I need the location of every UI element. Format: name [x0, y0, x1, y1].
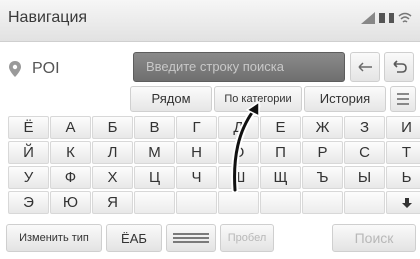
key[interactable]: Е [260, 116, 301, 139]
category-selector[interactable]: POI [8, 55, 128, 83]
key[interactable]: З [344, 116, 385, 139]
space-button[interactable]: Пробел [220, 224, 274, 252]
keyboard-row: Й К Л М Н О П Р С Т [8, 141, 420, 164]
key[interactable]: М [134, 141, 175, 164]
key[interactable]: У [8, 166, 49, 189]
tab-by-category[interactable]: По категории [214, 86, 302, 112]
backspace-button[interactable] [350, 52, 380, 82]
key[interactable]: Л [92, 141, 133, 164]
keyboard-row: У Ф Х Ц Ч Ш Щ Ъ Ы Ь [8, 166, 420, 189]
key-empty [260, 191, 301, 214]
key[interactable]: Э [8, 191, 49, 214]
scroll-down-button[interactable] [386, 191, 420, 214]
key[interactable]: И [386, 116, 420, 139]
key-empty [302, 191, 343, 214]
tab-history[interactable]: История [304, 86, 386, 112]
key[interactable]: Й [8, 141, 49, 164]
window-title: Навигация [8, 9, 88, 26]
key[interactable]: В [134, 116, 175, 139]
status-icons [361, 12, 412, 24]
keyboard-layout-button[interactable]: ЁАБ [106, 224, 162, 252]
keyboard: Ё А Б В Г Д Е Ж З И Й К Л М Н О П Р С Т … [8, 116, 420, 216]
scroll-down-icon [401, 197, 412, 208]
line-format-icon-line [173, 237, 209, 239]
battery-icon [379, 13, 385, 23]
key[interactable]: Я [92, 191, 133, 214]
key[interactable]: К [50, 141, 91, 164]
key[interactable]: О [218, 141, 259, 164]
bottom-bar: Изменить тип ЁАБ Пробел Поиск [0, 224, 420, 254]
key[interactable]: Ч [176, 166, 217, 189]
location-pin-icon [9, 61, 21, 77]
search-tabs: Рядом По категории История [130, 86, 386, 112]
backspace-icon [358, 62, 372, 72]
undo-button[interactable] [384, 52, 414, 82]
line-format-icon [173, 233, 209, 243]
line-format-button[interactable] [166, 224, 216, 252]
list-menu-button[interactable] [390, 86, 416, 112]
undo-icon [393, 60, 407, 73]
line-format-icon-line [173, 241, 209, 243]
key[interactable]: Б [92, 116, 133, 139]
key-empty [134, 191, 175, 214]
key[interactable]: Д [218, 116, 259, 139]
wifi-icon [398, 12, 412, 23]
list-menu-icon-line [397, 103, 409, 105]
key-empty [344, 191, 385, 214]
search-input[interactable]: Введите строку поиска [133, 52, 345, 82]
key[interactable]: Т [386, 141, 420, 164]
key-empty [176, 191, 217, 214]
keyboard-row: Ё А Б В Г Д Е Ж З И [8, 116, 420, 139]
phone-icon [389, 13, 394, 23]
navigation-search-screen: Навигация POI Введите строку поиска Рядо… [0, 0, 420, 259]
key-empty [218, 191, 259, 214]
key[interactable]: Ы [344, 166, 385, 189]
search-button[interactable]: Поиск [332, 224, 416, 252]
change-type-button[interactable]: Изменить тип [6, 224, 102, 252]
key[interactable]: Н [176, 141, 217, 164]
signal-icon [361, 12, 375, 24]
category-label: POI [32, 60, 60, 77]
key[interactable]: Ъ [302, 166, 343, 189]
key[interactable]: Ц [134, 166, 175, 189]
tab-nearby[interactable]: Рядом [130, 86, 212, 112]
key[interactable]: Ж [302, 116, 343, 139]
list-menu-icon [397, 93, 409, 95]
key[interactable]: Г [176, 116, 217, 139]
keyboard-row: Э Ю Я [8, 191, 420, 214]
key[interactable]: С [344, 141, 385, 164]
title-bar: Навигация [0, 0, 420, 42]
key[interactable]: Х [92, 166, 133, 189]
key[interactable]: Р [302, 141, 343, 164]
key[interactable]: Ф [50, 166, 91, 189]
key[interactable]: Ь [386, 166, 420, 189]
key[interactable]: Ш [218, 166, 259, 189]
key[interactable]: А [50, 116, 91, 139]
key[interactable]: П [260, 141, 301, 164]
key[interactable]: Ё [8, 116, 49, 139]
list-menu-icon-line [397, 98, 409, 100]
key[interactable]: Ю [50, 191, 91, 214]
line-format-icon-line [173, 233, 209, 235]
key[interactable]: Щ [260, 166, 301, 189]
